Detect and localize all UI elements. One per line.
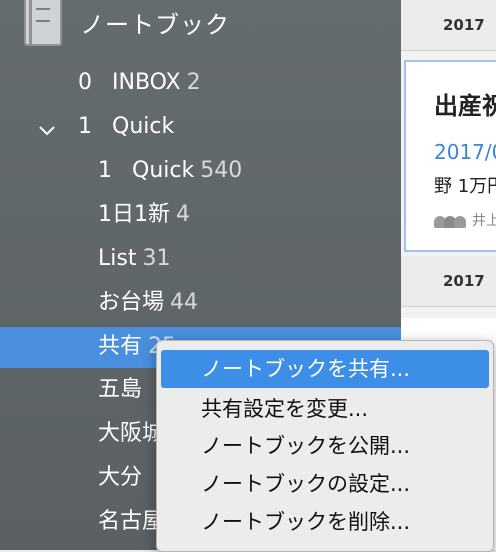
sidebar-item-label: 五島	[98, 377, 143, 402]
sidebar-item-prefix: 1	[78, 114, 92, 139]
sidebar-item-1day1new[interactable]: 1日1新 4	[98, 195, 190, 235]
menu-item-change-share-settings[interactable]: 共有設定を変更...	[157, 390, 493, 428]
menu-item-delete-notebook[interactable]: ノートブックを削除...	[157, 503, 493, 541]
sidebar-item-count: 2	[186, 70, 201, 95]
sidebar-item-count: 31	[142, 246, 171, 271]
sidebar-item-label: Quick	[112, 114, 175, 139]
divider	[401, 50, 496, 51]
sidebar-header[interactable]: ノートブック	[0, 0, 401, 52]
note-date: 2017/0	[434, 140, 496, 164]
sidebar-item-label: 1日1新	[98, 202, 170, 227]
sidebar-title: ノートブック	[80, 11, 230, 39]
date-group-header: 2017年	[401, 256, 496, 340]
sidebar-item-odaiba[interactable]: お台場 44	[98, 283, 198, 323]
sidebar-item-label: 名古屋	[98, 509, 165, 534]
sidebar-item-label: List	[98, 246, 137, 271]
note-title: 出産祝	[434, 92, 496, 120]
note-snippet: 野 1万円	[434, 176, 496, 197]
shared-people-icon	[434, 214, 468, 228]
sidebar-item-oita[interactable]: 大分	[98, 458, 142, 498]
menu-item-notebook-settings[interactable]: ノートブックの設定...	[157, 465, 493, 503]
sidebar-item-count: 540	[200, 158, 243, 183]
menu-item-share-notebook[interactable]: ノートブックを共有...	[161, 350, 489, 388]
sidebar-item-nagoya[interactable]: 名古屋	[98, 502, 164, 542]
sidebar-item-label: INBOX	[112, 70, 181, 95]
notebook-context-menu: ノートブックを共有... 共有設定を変更... ノートブックを公開... ノート…	[156, 340, 494, 552]
divider	[401, 306, 496, 307]
note-shared-user: 井上	[434, 210, 496, 230]
sidebar-item-goto[interactable]: 五島	[98, 370, 142, 410]
sidebar-item-label: 大阪城	[98, 421, 165, 446]
sidebar-item-list[interactable]: List 31	[98, 239, 170, 279]
note-card[interactable]: 出産祝 2017/0 野 1万円 井上	[404, 60, 496, 252]
sidebar-item-prefix: 0	[78, 70, 92, 95]
sidebar-item-quick-stack[interactable]: 1 Quick	[78, 107, 174, 147]
sidebar-item-count: 44	[170, 290, 199, 315]
sidebar-item-count: 4	[176, 202, 190, 227]
chevron-down-icon[interactable]	[38, 119, 56, 143]
shared-user-name: 井上	[472, 213, 496, 229]
menu-item-publish-notebook[interactable]: ノートブックを公開...	[157, 427, 493, 465]
sidebar-item-quick[interactable]: 1 Quick 540	[98, 151, 242, 191]
date-group-header: 2017年	[401, 0, 496, 84]
sidebar-item-inbox[interactable]: 0 INBOX 2	[78, 63, 201, 103]
sidebar-item-label: Quick	[132, 158, 195, 183]
sidebar-item-label: 大分	[98, 465, 143, 490]
sidebar-item-label: お台場	[98, 290, 165, 315]
sidebar-item-label: 共有	[98, 334, 143, 359]
sidebar-item-osaka-castle[interactable]: 大阪城	[98, 414, 164, 454]
notebook-icon	[24, 0, 62, 46]
sidebar-item-prefix: 1	[98, 158, 112, 183]
